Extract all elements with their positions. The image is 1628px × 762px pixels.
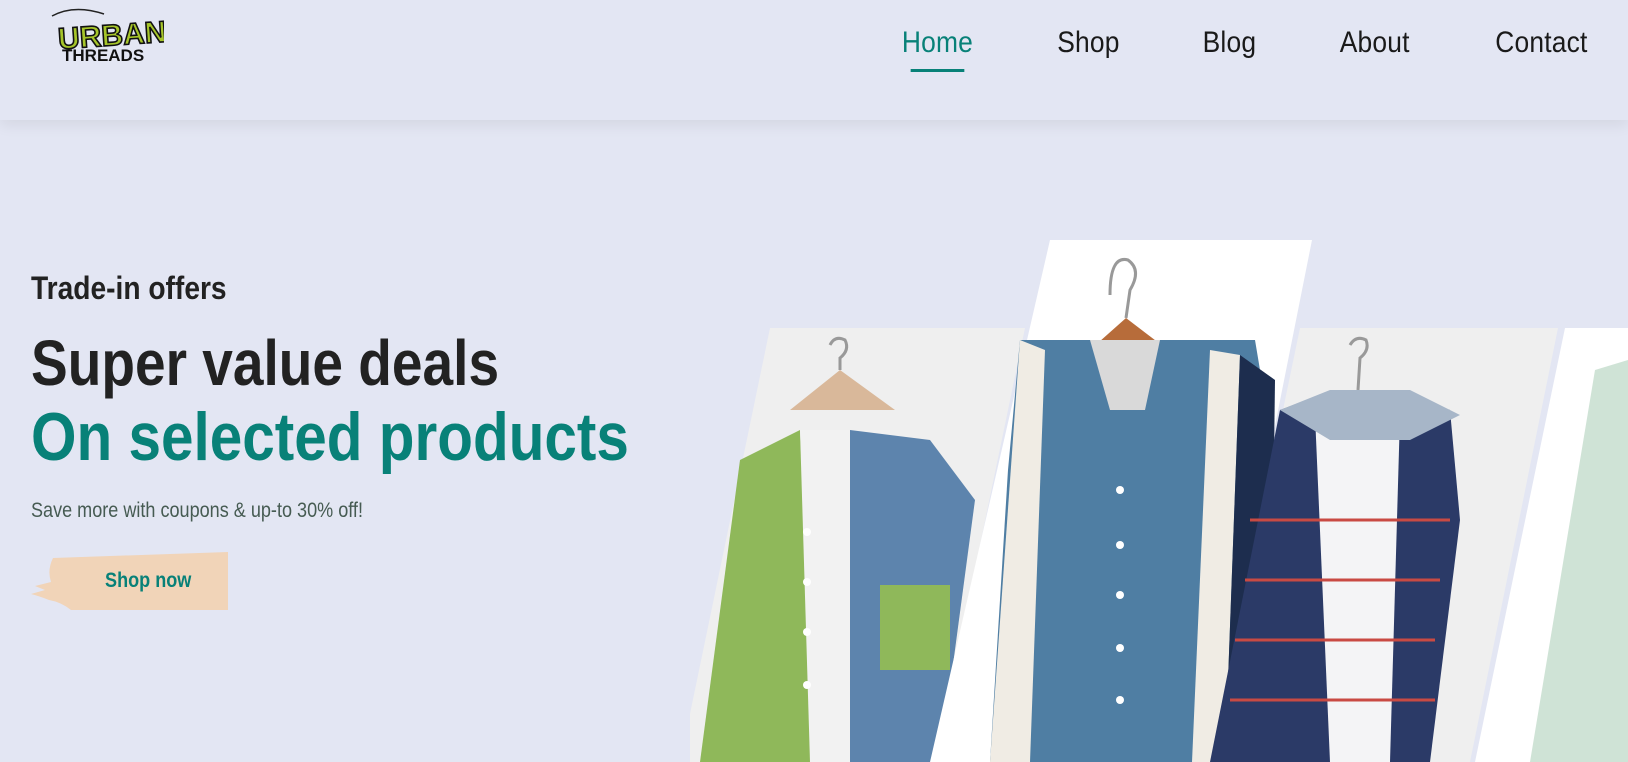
urban-threads-logo[interactable]: URBAN THREADS	[44, 6, 164, 64]
hero-title-highlight: On selected products	[31, 399, 629, 475]
nav-home[interactable]: Home	[902, 26, 973, 72]
svg-text:THREADS: THREADS	[62, 46, 144, 64]
shop-now-label: Shop now	[105, 569, 192, 592]
hero-kicker: Trade-in offers	[31, 270, 227, 306]
shop-now-button[interactable]: Shop now	[31, 550, 231, 612]
main-nav: Home Shop Blog About Contact	[822, 26, 1594, 72]
nav-blog[interactable]: Blog	[1203, 26, 1257, 60]
nav-shop[interactable]: Shop	[1057, 26, 1119, 60]
nav-contact[interactable]: Contact	[1495, 26, 1587, 60]
hero-title: Super value deals	[31, 327, 500, 399]
site-header: URBAN THREADS Home Shop Blog About Conta…	[0, 0, 1628, 120]
hero-text: Trade-in offers Super value deals On sel…	[31, 270, 726, 523]
hero-subtitle: Save more with coupons & up-to 30% off!	[31, 499, 363, 522]
nav-about[interactable]: About	[1340, 26, 1410, 60]
hero-shirts-image	[690, 240, 1628, 762]
